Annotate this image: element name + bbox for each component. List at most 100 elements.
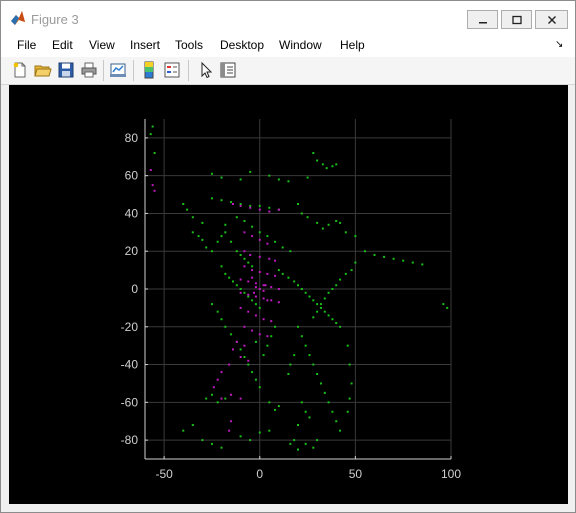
green-point	[239, 348, 242, 351]
green-point	[339, 429, 342, 432]
close-button[interactable]	[535, 10, 568, 29]
magenta-point	[230, 420, 233, 423]
green-point	[197, 235, 200, 238]
green-point	[220, 176, 223, 179]
green-point	[442, 303, 445, 306]
pointer-icon[interactable]	[197, 61, 215, 79]
dock-arrow-icon[interactable]: ↘	[555, 39, 563, 50]
green-point	[383, 255, 386, 258]
green-point	[300, 401, 303, 404]
magenta-point	[266, 335, 269, 338]
menu-desktop[interactable]: Desktop	[220, 38, 264, 52]
menu-file[interactable]: File	[17, 38, 36, 52]
green-point	[210, 303, 213, 306]
save-icon[interactable]	[57, 61, 75, 79]
magenta-point	[254, 286, 257, 289]
new-figure-icon[interactable]	[11, 61, 29, 79]
green-point	[251, 299, 254, 302]
green-point	[191, 216, 194, 219]
y-tick-label: -60	[121, 395, 139, 409]
magenta-point	[231, 203, 234, 205]
magenta-point	[228, 363, 231, 366]
magenta-point	[270, 299, 273, 302]
green-point	[306, 176, 309, 179]
open-file-icon[interactable]	[34, 61, 52, 79]
green-point	[323, 297, 326, 300]
magenta-point	[216, 378, 219, 381]
green-point	[239, 254, 242, 256]
green-point	[300, 212, 303, 215]
green-point	[335, 322, 338, 324]
green-point	[186, 208, 189, 211]
green-point	[220, 318, 223, 321]
magenta-point	[258, 288, 261, 290]
legend-icon[interactable]	[163, 61, 181, 79]
magenta-point	[258, 208, 261, 211]
green-point	[308, 354, 311, 357]
menu-bar: File Edit View Insert Tools Desktop Wind…	[1, 35, 575, 57]
minimize-button[interactable]	[467, 10, 498, 29]
green-point	[224, 272, 227, 275]
link-plot-icon[interactable]	[109, 61, 127, 79]
magenta-point	[247, 293, 250, 296]
green-point	[220, 235, 223, 238]
menu-insert[interactable]: Insert	[130, 38, 160, 52]
magenta-point	[258, 271, 261, 273]
magenta-point	[251, 329, 254, 332]
colorbar-icon[interactable]	[140, 61, 158, 79]
green-point	[339, 325, 342, 328]
property-inspector-icon[interactable]	[219, 61, 237, 79]
green-point	[297, 325, 299, 328]
green-point	[411, 261, 414, 264]
menu-view[interactable]: View	[89, 38, 115, 52]
magenta-point	[262, 289, 265, 292]
green-point	[321, 227, 324, 230]
figure-canvas: -50 0 50 100 -80 -60 -40 -20 0 20 40 60 80	[9, 85, 568, 504]
y-tick-label: 20	[125, 244, 139, 258]
menu-help[interactable]: Help	[340, 38, 365, 52]
magenta-point	[262, 284, 265, 287]
green-point	[153, 152, 156, 154]
matlab-logo-icon	[11, 11, 25, 25]
y-tick-label: 40	[125, 206, 139, 220]
green-point	[373, 254, 376, 256]
minimize-icon	[478, 21, 487, 23]
green-point	[289, 363, 292, 366]
green-point	[268, 429, 271, 432]
magenta-point	[251, 269, 254, 272]
menu-tools[interactable]: Tools	[175, 38, 203, 52]
green-point	[331, 318, 334, 321]
green-point	[327, 223, 330, 226]
toolbar-separator	[133, 60, 134, 81]
green-point	[243, 356, 246, 358]
print-icon[interactable]	[80, 61, 98, 79]
green-point	[344, 272, 347, 275]
maximize-icon	[511, 15, 522, 24]
menu-window[interactable]: Window	[279, 38, 322, 52]
green-point	[210, 250, 213, 253]
maximize-button[interactable]	[501, 10, 532, 29]
y-tick-label: -20	[121, 320, 139, 334]
menu-edit[interactable]: Edit	[52, 38, 73, 52]
y-tick-label: -40	[121, 358, 139, 372]
green-point	[308, 416, 311, 419]
green-point	[230, 201, 233, 204]
green-point	[297, 424, 299, 426]
magenta-point	[247, 359, 250, 362]
green-point	[287, 180, 290, 183]
magenta-point	[277, 208, 280, 211]
toolbar-separator	[188, 60, 189, 81]
green-point	[220, 265, 223, 268]
green-point	[348, 363, 351, 366]
scatter-plot[interactable]: -50 0 50 100 -80 -60 -40 -20 0 20 40 60 80	[9, 85, 568, 504]
figure-window: Figure 3 File Edit View Insert Tools Des…	[0, 0, 576, 513]
magenta-point	[149, 169, 152, 171]
green-point	[247, 295, 250, 298]
title-bar[interactable]: Figure 3	[1, 1, 575, 35]
green-point	[182, 203, 185, 205]
green-point	[327, 314, 330, 317]
green-point	[344, 231, 347, 234]
green-point	[293, 280, 296, 283]
green-point	[266, 344, 269, 347]
magenta-point	[220, 397, 223, 400]
